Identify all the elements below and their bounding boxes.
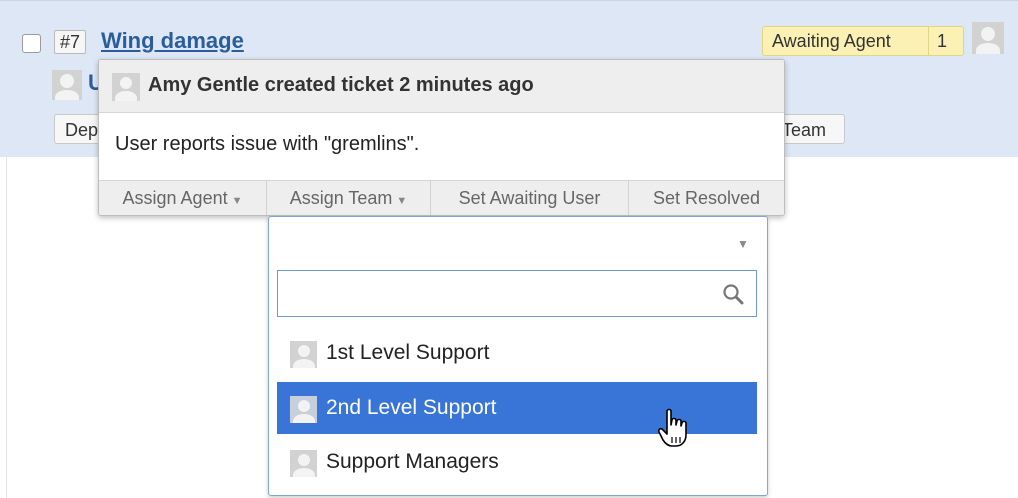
popover-actions: Assign Agent ▼ Assign Team ▼ Set Awaiting … [99,180,784,215]
status-badge[interactable]: Awaiting Agent 1 [762,26,964,56]
set-awaiting-user-button[interactable]: Set Awaiting User [431,181,628,215]
agent-avatar-icon[interactable] [972,22,1004,54]
set-awaiting-user-label: Set Awaiting User [458,188,601,208]
team-option-label: Support Managers [326,450,499,473]
team-avatar-icon [290,450,317,477]
status-count: 1 [937,31,948,51]
hand-cursor-icon [657,408,687,447]
assign-agent-label: Assign Agent [122,188,228,208]
ticket-select-checkbox[interactable] [22,34,41,53]
ticket-preview-popover: Amy Gentle created ticket 2 minutes ago … [98,59,785,216]
team-search-box[interactable] [277,270,757,318]
team-avatar-icon [290,341,317,368]
caret-down-icon: ▼ [231,195,243,207]
ticket-message: User reports issue with "gremlins". [115,133,420,155]
requester-avatar-icon [52,70,82,100]
popover-header: Amy Gentle created ticket 2 minutes ago [99,60,784,113]
team-option-label: 1st Level Support [326,341,490,364]
set-resolved-button[interactable]: Set Resolved [629,181,784,215]
caret-down-icon: ▼ [396,195,408,207]
assign-team-button[interactable]: Assign Team ▼ [267,181,430,215]
team-select-current[interactable]: ▼ [269,217,767,265]
author-avatar-icon [112,73,140,101]
search-icon [723,284,744,305]
team-avatar-icon [290,396,317,423]
team-search-input[interactable] [278,271,720,318]
team-select-dropdown[interactable]: ▼ 1st Level Support 2nd Level Support Su… [268,216,768,496]
set-resolved-label: Set Resolved [652,188,761,208]
team-option-label: 2nd Level Support [326,396,497,419]
ticket-title-link[interactable]: Wing damage [101,28,244,54]
team-option-1st-level-support[interactable]: 1st Level Support [277,327,757,379]
chevron-down-icon[interactable]: ▼ [737,237,749,251]
popover-title: Amy Gentle created ticket 2 minutes ago [148,74,534,96]
assign-agent-button[interactable]: Assign Agent ▼ [99,181,266,215]
divider [6,157,7,498]
status-badge-divider [928,27,929,55]
status-label: Awaiting Agent [772,31,891,51]
ticket-number: #7 [54,30,87,54]
assign-team-label: Assign Team [289,188,393,208]
